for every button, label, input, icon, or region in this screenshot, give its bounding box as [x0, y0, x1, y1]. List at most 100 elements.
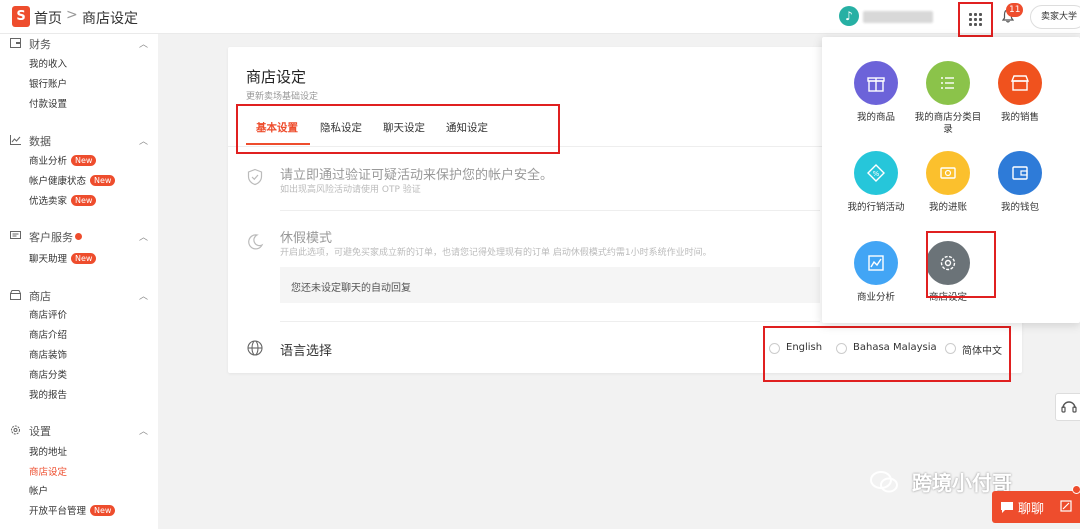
chevron-up-icon: ︿: [138, 292, 148, 302]
divider: [280, 321, 820, 322]
sidebar-section-label: 商店: [29, 290, 51, 303]
sidebar-item-shop-rating[interactable]: 商店评价: [29, 307, 67, 321]
customer-support-button[interactable]: [1055, 393, 1080, 421]
shopee-logo[interactable]: S: [12, 6, 30, 27]
shop-icon: [10, 290, 21, 300]
app-my-wallet[interactable]: [998, 151, 1042, 195]
sidebar-item-shop-categories[interactable]: 商店分类: [29, 367, 67, 381]
chart-icon: [868, 255, 884, 271]
highlight-box-tabs: [236, 104, 560, 154]
breadcrumb-current: 商店设定: [82, 11, 138, 27]
sidebar-section-label: 设置: [29, 425, 51, 438]
highlight-box-shop-settings: [926, 231, 996, 298]
sidebar-section-settings[interactable]: 设置 ︿: [10, 423, 148, 439]
sidebar-item-bank-account[interactable]: 银行账户: [29, 76, 67, 90]
sidebar-item-my-reports[interactable]: 我的报告: [29, 387, 67, 401]
sidebar-section-finance[interactable]: 财务 ︿: [10, 36, 148, 52]
new-badge: New: [90, 505, 116, 516]
app-label[interactable]: 商业分析: [840, 292, 912, 304]
new-badge: New: [90, 175, 116, 186]
sidebar-item-shop-profile[interactable]: 商店介绍: [29, 327, 67, 341]
app-label[interactable]: 我的行销活动: [840, 202, 912, 214]
vacation-subtitle: 开启此选项，可避免买家成立新的订单，也请您记得处理现有的订单 启动休假模式约需1…: [280, 248, 712, 258]
notification-badge: 11: [1006, 3, 1024, 17]
sidebar-item-account[interactable]: 帐户: [29, 483, 48, 497]
sidebar-section-data[interactable]: 数据 ︿: [10, 133, 148, 149]
chat-label: 聊聊: [1018, 502, 1045, 517]
security-subtitle: 如出现高风险活动请使用 OTP 验证: [280, 185, 421, 195]
chevron-up-icon: ︿: [138, 137, 148, 147]
username-blurred[interactable]: [863, 11, 933, 23]
sidebar-item-payment-settings[interactable]: 付款设置: [29, 96, 67, 110]
highlight-box-language: [763, 326, 1011, 382]
list-icon: [941, 77, 954, 89]
app-my-sales[interactable]: [998, 61, 1042, 105]
chat-button[interactable]: 聊聊: [992, 491, 1080, 523]
notification-dot: [75, 233, 82, 240]
sidebar-item-business-insights[interactable]: 商业分析 New: [29, 153, 97, 167]
sidebar-item-my-address[interactable]: 我的地址: [29, 444, 67, 458]
wechat-icon: [870, 471, 898, 493]
chart-icon: [10, 135, 21, 145]
sidebar-item-chat-assistant[interactable]: 聊天助理 New: [29, 251, 97, 265]
sidebar-section-shop[interactable]: 商店 ︿: [10, 288, 148, 304]
expand-icon: [1060, 500, 1072, 512]
top-bar: S 首页 > 商店设定 ♪ 11 卖家大学: [0, 0, 1080, 37]
app-shop-categories[interactable]: [926, 61, 970, 105]
new-badge: New: [71, 155, 97, 166]
sidebar-section-label: 财务: [29, 38, 51, 51]
new-badge: New: [71, 253, 97, 264]
wallet-icon: [10, 38, 21, 48]
store-icon: [1010, 75, 1030, 91]
language-title: 语言选择: [280, 344, 333, 359]
gear-icon: [11, 425, 20, 435]
avatar[interactable]: ♪: [839, 6, 859, 26]
app-my-campaigns[interactable]: %: [854, 151, 898, 195]
chevron-up-icon: ︿: [138, 233, 148, 243]
app-my-products[interactable]: [854, 61, 898, 105]
tag-icon: %: [867, 164, 885, 182]
app-label[interactable]: 我的钱包: [984, 202, 1056, 214]
app-my-income[interactable]: [926, 151, 970, 195]
app-label[interactable]: 我的进账: [912, 202, 984, 214]
vacation-title: 休假模式: [280, 231, 333, 246]
breadcrumb-home[interactable]: 首页: [34, 8, 62, 28]
chevron-up-icon: ︿: [138, 427, 148, 437]
page-title: 商店设定: [246, 68, 307, 86]
wallet-icon: [1012, 166, 1028, 180]
chat-icon: [1001, 502, 1013, 513]
sidebar-section-label: 客户服务: [29, 231, 73, 244]
sidebar-item-account-health[interactable]: 帐户健康状态 New: [29, 173, 116, 187]
sidebar-item-my-income[interactable]: 我的收入: [29, 56, 67, 70]
app-label[interactable]: 我的销售: [984, 112, 1056, 124]
sidebar-item-shop-settings[interactable]: 商店设定: [29, 464, 67, 478]
sidebar-item-preferred-seller[interactable]: 优选卖家 New: [29, 193, 97, 207]
app-label[interactable]: 我的商品: [840, 112, 912, 124]
money-icon: [940, 167, 956, 179]
seller-university-button[interactable]: 卖家大学: [1030, 5, 1080, 29]
moon-icon: [248, 234, 264, 250]
sidebar-section-customer-service[interactable]: 客户服务 ︿: [10, 229, 148, 245]
gift-icon: [867, 77, 885, 92]
chat-notification-dot: [1072, 485, 1080, 494]
app-menu-button[interactable]: [958, 2, 993, 37]
security-title: 请立即通过验证可疑活动来保护您的帐户安全。: [280, 168, 554, 183]
auto-reply-text: 您还未设定聊天的自动回复: [291, 283, 411, 294]
new-badge: New: [71, 195, 97, 206]
sidebar-section-label: 数据: [29, 135, 51, 148]
sidebar: [0, 34, 158, 529]
message-icon: [10, 231, 21, 239]
svg-text:%: %: [873, 170, 880, 178]
app-business-insights[interactable]: [854, 241, 898, 285]
grid-icon: [969, 13, 982, 26]
page-subtitle: 更新卖场基础设定: [246, 92, 319, 102]
app-label[interactable]: 我的商店分类目录: [912, 112, 984, 136]
chevron-up-icon: ︿: [138, 40, 148, 50]
sidebar-item-shop-decoration[interactable]: 商店装饰: [29, 347, 67, 361]
globe-icon: [247, 340, 263, 356]
divider: [280, 210, 820, 211]
breadcrumb-separator: >: [66, 7, 78, 23]
shield-icon: [247, 168, 263, 186]
headset-icon: [1061, 401, 1077, 413]
sidebar-item-open-platform[interactable]: 开放平台管理 New: [29, 503, 116, 517]
